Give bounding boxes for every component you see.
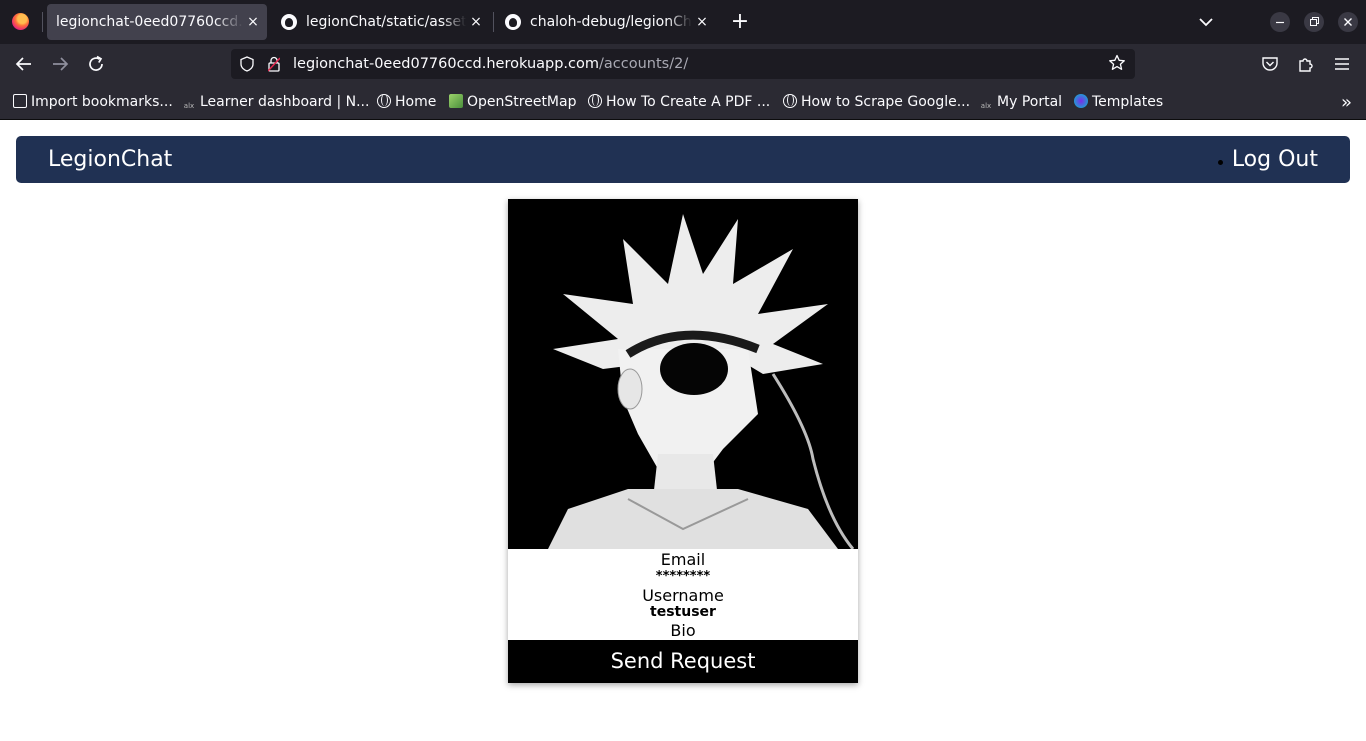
logout-link[interactable]: Log Out — [1232, 136, 1318, 183]
bookmarks-toolbar: Import bookmarks... alx Learner dashboard… — [0, 84, 1366, 120]
bookmark-label: Templates — [1092, 94, 1164, 110]
tab-title: legionchat-0eed07760ccd.herokuapp.com — [56, 14, 243, 30]
globe-icon — [377, 94, 391, 108]
close-window-icon[interactable] — [1338, 12, 1358, 32]
bookmarks-overflow-icon[interactable]: » — [1341, 92, 1352, 113]
bookmark-label: Import bookmarks... — [31, 94, 173, 110]
tab-legionchat[interactable]: legionchat-0eed07760ccd.herokuapp.com × — [47, 4, 267, 40]
alx-icon: alx — [980, 102, 992, 110]
page-content: LegionChat Log Out Email ******** Userna… — [0, 121, 1366, 741]
email-value: ******** — [655, 569, 711, 584]
url-path: /accounts/2/ — [599, 56, 689, 72]
canva-icon — [1074, 94, 1088, 108]
bookmark-create-pdf[interactable]: How To Create A PDF ... — [588, 92, 770, 112]
url-text[interactable]: legionchat-0eed07760ccd.herokuapp.com/ac… — [293, 49, 688, 79]
brand-logo[interactable]: LegionChat — [48, 136, 172, 183]
tab-separator — [42, 12, 43, 32]
tab-close-icon[interactable]: × — [245, 4, 261, 40]
github-icon — [505, 14, 521, 30]
bookmark-learner-dashboard[interactable]: alx Learner dashboard | N... — [182, 92, 370, 112]
bookmark-label: Home — [395, 94, 437, 110]
username-label: Username — [642, 586, 724, 605]
tab-close-icon[interactable]: × — [468, 4, 484, 40]
list-all-tabs-icon[interactable] — [1196, 12, 1216, 32]
url-host: legionchat-0eed07760ccd.herokuapp.com — [293, 56, 600, 72]
tracking-protection-shield-icon[interactable] — [240, 56, 254, 72]
bookmark-my-portal[interactable]: alx My Portal — [979, 92, 1062, 112]
extensions-icon[interactable] — [1295, 53, 1317, 75]
import-icon — [13, 94, 27, 108]
bookmark-label: Learner dashboard | N... — [200, 94, 370, 110]
bookmark-import[interactable]: Import bookmarks... — [13, 92, 173, 112]
reload-icon[interactable] — [84, 52, 108, 76]
menu-icon[interactable] — [1331, 53, 1353, 75]
bio-label: Bio — [670, 621, 696, 640]
bookmark-star-icon[interactable] — [1107, 53, 1127, 73]
pocket-icon[interactable] — [1259, 53, 1281, 75]
bookmark-home[interactable]: Home — [377, 92, 436, 112]
tab-title: chaloh-debug/legionChat — [530, 14, 692, 30]
back-icon[interactable] — [12, 52, 36, 76]
bookmark-label: My Portal — [997, 94, 1063, 110]
email-label: Email — [660, 550, 706, 569]
bookmark-openstreetmap[interactable]: OpenStreetMap — [449, 92, 576, 112]
bookmark-templates[interactable]: Templates — [1074, 92, 1163, 112]
forward-icon[interactable] — [48, 52, 72, 76]
tab-title: legionChat/static/assets/ — [306, 14, 466, 30]
navigation-toolbar: legionchat-0eed07760ccd.herokuapp.com/ac… — [0, 44, 1366, 84]
bookmark-label: OpenStreetMap — [467, 94, 577, 110]
send-request-button[interactable]: Send Request — [508, 640, 858, 683]
alx-icon: alx — [183, 102, 195, 110]
firefox-icon[interactable] — [12, 13, 29, 30]
tab-github-assets[interactable]: legionChat/static/assets/ × — [272, 4, 490, 40]
tab-separator — [493, 12, 494, 32]
bookmark-scrape-google[interactable]: How to Scrape Google... — [783, 92, 970, 112]
minimize-icon[interactable] — [1270, 12, 1290, 32]
globe-icon — [783, 94, 797, 108]
profile-avatar — [508, 199, 858, 549]
tab-close-icon[interactable]: × — [694, 4, 710, 40]
address-bar[interactable]: legionchat-0eed07760ccd.herokuapp.com/ac… — [231, 49, 1135, 79]
globe-icon — [588, 94, 602, 108]
app-header: LegionChat Log Out — [16, 136, 1350, 183]
username-value: testuser — [650, 604, 716, 620]
github-icon — [281, 14, 297, 30]
profile-card: Email ******** Username testuser Bio Sen… — [508, 199, 858, 683]
tab-github-debug[interactable]: chaloh-debug/legionChat × — [496, 4, 716, 40]
bookmark-label: How To Create A PDF ... — [606, 94, 771, 110]
restore-icon[interactable] — [1304, 12, 1324, 32]
browser-tab-bar: legionchat-0eed07760ccd.herokuapp.com × … — [0, 0, 1366, 44]
bookmark-label: How to Scrape Google... — [801, 94, 971, 110]
insecure-lock-icon[interactable] — [267, 56, 281, 72]
nav-bullet — [1218, 160, 1223, 165]
osm-icon — [449, 94, 463, 108]
new-tab-button[interactable]: + — [729, 8, 751, 36]
